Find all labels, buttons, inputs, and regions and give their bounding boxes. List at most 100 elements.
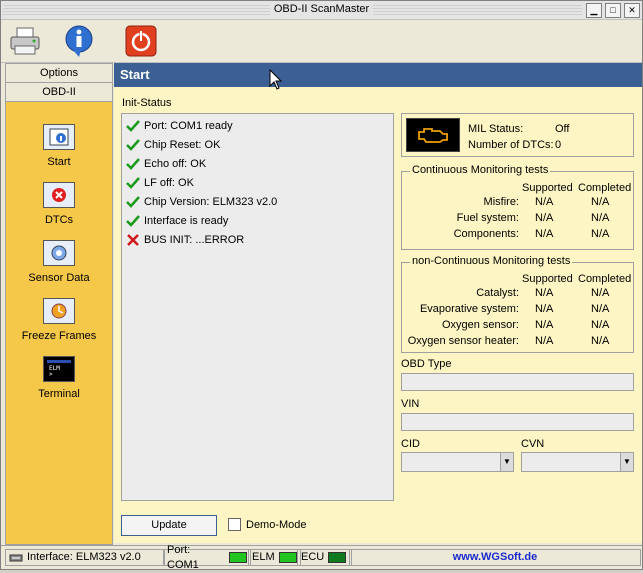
monitor-supported: N/A xyxy=(535,335,554,347)
continuous-monitoring-group: Continuous Monitoring tests Supported Co… xyxy=(401,164,634,250)
demo-mode-label: Demo-Mode xyxy=(246,518,307,531)
monitor-name: Fuel system: xyxy=(456,212,519,224)
monitor-supported: N/A xyxy=(535,319,554,331)
cvn-label: CVN xyxy=(521,438,545,450)
print-button[interactable] xyxy=(7,23,43,59)
monitor-supported: N/A xyxy=(535,228,554,240)
monitor-row: Misfire: N/A N/A xyxy=(402,196,633,210)
mil-status-label: MIL Status: xyxy=(468,123,524,135)
monitor-supported: N/A xyxy=(535,287,554,299)
cid-select[interactable]: ▼ xyxy=(401,452,514,472)
elm-led xyxy=(278,552,297,563)
status-bar: Interface: ELM323 v2.0 Port: COM1 ELM EC… xyxy=(1,544,642,571)
check-icon xyxy=(126,139,140,151)
group-title: Continuous Monitoring tests xyxy=(410,164,551,176)
check-icon xyxy=(126,177,140,189)
status-interface: Interface: ELM323 v2.0 xyxy=(5,549,165,566)
sidebar-item-label: Terminal xyxy=(38,388,80,400)
status-interface-text: Interface: ELM323 v2.0 xyxy=(27,551,141,563)
sensor-data-icon xyxy=(43,240,75,266)
window-title-wrap: OBD-II ScanMaster xyxy=(1,3,642,15)
update-button[interactable]: Update xyxy=(121,515,217,536)
sidebar: Options OBD-II Start DTCs Sensor Data Fr… xyxy=(5,63,113,545)
printer-icon xyxy=(10,27,40,55)
vin-field[interactable] xyxy=(401,413,634,431)
monitor-row: Components: N/A N/A xyxy=(402,228,633,242)
status-port-text: Port: COM1 xyxy=(167,543,199,571)
cvn-select[interactable]: ▼ xyxy=(521,452,634,472)
mil-status-value: Off xyxy=(555,123,570,135)
init-line-text: LF off: OK xyxy=(144,177,194,189)
website-link[interactable]: www.WGSoft.de xyxy=(349,549,641,566)
close-button[interactable]: ✕ xyxy=(624,3,640,18)
monitor-row: Catalyst: N/A N/A xyxy=(402,287,633,301)
completed-header: Completed xyxy=(578,273,632,285)
sidebar-item-dtcs[interactable]: DTCs xyxy=(6,182,112,226)
init-line-text: Echo off: OK xyxy=(144,158,207,170)
dtcs-icon xyxy=(43,182,75,208)
monitor-completed: N/A xyxy=(591,335,610,347)
sidebar-item-label: Freeze Frames xyxy=(21,330,97,342)
sidebar-tab-obd2[interactable]: OBD-II xyxy=(6,83,112,102)
init-line-text: BUS INIT: ...ERROR xyxy=(144,234,245,246)
monitor-name: Evaporative system: xyxy=(419,303,519,315)
init-line-text: Interface is ready xyxy=(144,215,229,227)
error-x-icon xyxy=(127,234,139,246)
list-item: Chip Reset: OK xyxy=(126,137,220,153)
status-ecu-text: ECU xyxy=(301,551,325,563)
connector-icon xyxy=(9,554,23,561)
dtc-count-value: 0 xyxy=(555,139,562,151)
freeze-frames-icon xyxy=(43,298,75,324)
supported-header: Supported xyxy=(522,273,573,285)
init-status-label: Init-Status xyxy=(122,97,172,109)
group-title: non-Continuous Monitoring tests xyxy=(410,255,573,267)
obd-type-field[interactable] xyxy=(401,373,634,391)
window-title: OBD-II ScanMaster xyxy=(269,3,374,15)
monitor-completed: N/A xyxy=(591,319,610,331)
list-item: BUS INIT: ...ERROR xyxy=(126,232,244,248)
sidebar-item-start[interactable]: Start xyxy=(6,124,112,168)
monitor-name: Catalyst: xyxy=(476,287,519,299)
sidebar-item-sensor-data[interactable]: Sensor Data xyxy=(6,240,112,284)
demo-mode-checkbox[interactable] xyxy=(228,518,241,531)
maximize-button[interactable]: □ xyxy=(605,3,621,18)
check-engine-icon xyxy=(406,118,460,152)
check-icon xyxy=(126,215,140,227)
monitor-name: Oxygen sensor: xyxy=(441,319,519,331)
monitor-completed: N/A xyxy=(591,303,610,315)
monitor-row: Evaporative system: N/A N/A xyxy=(402,303,633,317)
monitor-supported: N/A xyxy=(535,196,554,208)
chevron-down-icon[interactable]: ▼ xyxy=(500,453,513,471)
minimize-button[interactable]: ▁ xyxy=(586,3,602,18)
list-item: LF off: OK xyxy=(126,175,194,191)
noncontinuous-monitoring-group: non-Continuous Monitoring tests Supporte… xyxy=(401,255,634,353)
monitor-completed: N/A xyxy=(591,287,610,299)
chevron-down-icon[interactable]: ▼ xyxy=(620,453,633,471)
sidebar-item-terminal[interactable]: ELM > Terminal xyxy=(6,356,112,400)
vin-label: VIN xyxy=(401,398,420,410)
app-window: OBD-II ScanMaster ▁ □ ✕ Options OBD-II S… xyxy=(0,0,643,571)
obd-type-label: OBD Type xyxy=(401,358,452,370)
demo-mode-toggle[interactable]: Demo-Mode xyxy=(228,518,307,531)
completed-header: Completed xyxy=(578,182,632,194)
init-status-list[interactable]: Port: COM1 ready Chip Reset: OK Echo off… xyxy=(121,113,394,501)
mil-status-box: MIL Status: Off Number of DTCs: 0 xyxy=(401,113,634,157)
monitor-name: Oxygen sensor heater: xyxy=(407,335,519,347)
monitor-name: Components: xyxy=(453,228,519,240)
sidebar-item-freeze-frames[interactable]: Freeze Frames xyxy=(6,298,112,342)
dtc-count-label: Number of DTCs: xyxy=(468,139,554,151)
status-ecu: ECU xyxy=(297,549,352,566)
title-bar[interactable]: OBD-II ScanMaster ▁ □ ✕ xyxy=(1,1,642,20)
info-button[interactable] xyxy=(61,23,97,59)
window-controls: ▁ □ ✕ xyxy=(586,3,640,18)
status-elm: ELM xyxy=(248,549,301,566)
sidebar-item-label: Sensor Data xyxy=(28,272,90,284)
check-icon xyxy=(126,120,140,132)
toolbar xyxy=(1,20,642,63)
monitor-completed: N/A xyxy=(591,228,610,240)
init-line-text: Chip Version: ELM323 v2.0 xyxy=(144,196,278,208)
list-item: Echo off: OK xyxy=(126,156,206,172)
monitor-row: Fuel system: N/A N/A xyxy=(402,212,633,226)
power-button[interactable] xyxy=(123,23,159,59)
sidebar-tab-options[interactable]: Options xyxy=(6,64,112,83)
